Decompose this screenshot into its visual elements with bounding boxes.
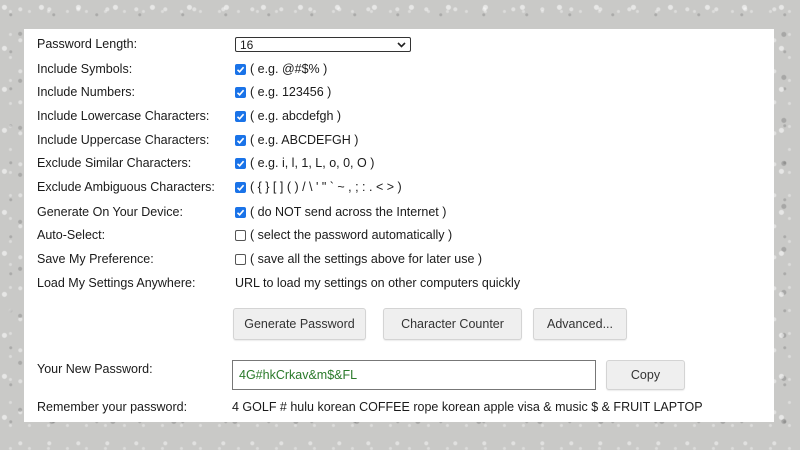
include-lowercase-checkbox[interactable] bbox=[235, 110, 246, 122]
new-password-field[interactable]: 4G#hkCrkav&m$&FL bbox=[232, 360, 596, 390]
remember-password-label: Remember your password: bbox=[37, 400, 188, 414]
generate-on-device-row: ( do NOT send across the Internet ) bbox=[235, 205, 446, 219]
password-length-value: 16 bbox=[240, 37, 254, 52]
copy-button[interactable]: Copy bbox=[606, 360, 685, 390]
load-anywhere-row: URL to load my settings on other compute… bbox=[235, 276, 520, 290]
chevron-down-icon bbox=[397, 41, 406, 48]
load-anywhere-label: Load My Settings Anywhere: bbox=[37, 276, 196, 290]
auto-select-checkbox[interactable] bbox=[235, 229, 246, 241]
exclude-ambiguous-hint: ( { } [ ] ( ) / \ ' " ` ~ , ; : . < > ) bbox=[250, 180, 402, 194]
password-generator-panel: Password Length: 16 Include Symbols: ( e… bbox=[24, 29, 774, 422]
save-preference-label: Save My Preference: bbox=[37, 252, 154, 266]
include-numbers-row: ( e.g. 123456 ) bbox=[235, 85, 331, 99]
include-uppercase-checkbox[interactable] bbox=[235, 134, 246, 146]
exclude-ambiguous-checkbox[interactable] bbox=[235, 181, 246, 193]
include-uppercase-hint: ( e.g. ABCDEFGH ) bbox=[250, 133, 359, 147]
password-length-label: Password Length: bbox=[37, 37, 138, 51]
remember-password-mnemonic: 4 GOLF # hulu korean COFFEE rope korean … bbox=[232, 400, 703, 414]
checkmark-icon bbox=[236, 184, 245, 191]
include-symbols-checkbox[interactable] bbox=[235, 63, 246, 75]
auto-select-label: Auto-Select: bbox=[37, 228, 106, 242]
checkmark-icon bbox=[236, 89, 245, 96]
include-uppercase-label: Include Uppercase Characters: bbox=[37, 133, 210, 147]
include-numbers-checkbox[interactable] bbox=[235, 86, 246, 98]
include-lowercase-hint: ( e.g. abcdefgh ) bbox=[250, 109, 342, 123]
generate-on-device-checkbox[interactable] bbox=[235, 206, 246, 218]
new-password-label: Your New Password: bbox=[37, 362, 153, 376]
character-counter-button[interactable]: Character Counter bbox=[383, 308, 522, 340]
include-lowercase-row: ( e.g. abcdefgh ) bbox=[235, 109, 341, 123]
generate-on-device-hint: ( do NOT send across the Internet ) bbox=[250, 205, 447, 219]
exclude-ambiguous-label: Exclude Ambiguous Characters: bbox=[37, 180, 215, 194]
checkmark-icon bbox=[236, 209, 245, 216]
checkmark-icon bbox=[236, 113, 245, 120]
include-symbols-hint: ( e.g. @#$% ) bbox=[250, 62, 328, 76]
load-settings-url-link[interactable]: URL to load my settings on other compute… bbox=[235, 276, 520, 290]
include-numbers-hint: ( e.g. 123456 ) bbox=[250, 85, 332, 99]
save-preference-hint: ( save all the settings above for later … bbox=[250, 252, 483, 266]
checkmark-icon bbox=[236, 137, 245, 144]
new-password-value: 4G#hkCrkav&m$&FL bbox=[239, 368, 358, 382]
exclude-ambiguous-row: ( { } [ ] ( ) / \ ' " ` ~ , ; : . < > ) bbox=[235, 180, 402, 194]
password-length-select[interactable]: 16 bbox=[235, 37, 411, 52]
include-lowercase-label: Include Lowercase Characters: bbox=[37, 109, 210, 123]
exclude-similar-checkbox[interactable] bbox=[235, 157, 246, 169]
password-length-row: 16 bbox=[235, 37, 411, 52]
exclude-similar-hint: ( e.g. i, l, 1, L, o, 0, O ) bbox=[250, 156, 375, 170]
exclude-similar-label: Exclude Similar Characters: bbox=[37, 156, 192, 170]
generate-on-device-label: Generate On Your Device: bbox=[37, 205, 183, 219]
save-preference-row: ( save all the settings above for later … bbox=[235, 252, 482, 266]
save-preference-checkbox[interactable] bbox=[235, 253, 246, 265]
auto-select-hint: ( select the password automatically ) bbox=[250, 228, 453, 242]
include-symbols-row: ( e.g. @#$% ) bbox=[235, 62, 327, 76]
auto-select-row: ( select the password automatically ) bbox=[235, 228, 452, 242]
include-uppercase-row: ( e.g. ABCDEFGH ) bbox=[235, 133, 358, 147]
advanced-button[interactable]: Advanced... bbox=[533, 308, 627, 340]
exclude-similar-row: ( e.g. i, l, 1, L, o, 0, O ) bbox=[235, 156, 374, 170]
checkmark-icon bbox=[236, 160, 245, 167]
checkmark-icon bbox=[236, 66, 245, 73]
generate-password-button[interactable]: Generate Password bbox=[233, 308, 366, 340]
include-symbols-label: Include Symbols: bbox=[37, 62, 133, 76]
include-numbers-label: Include Numbers: bbox=[37, 85, 135, 99]
